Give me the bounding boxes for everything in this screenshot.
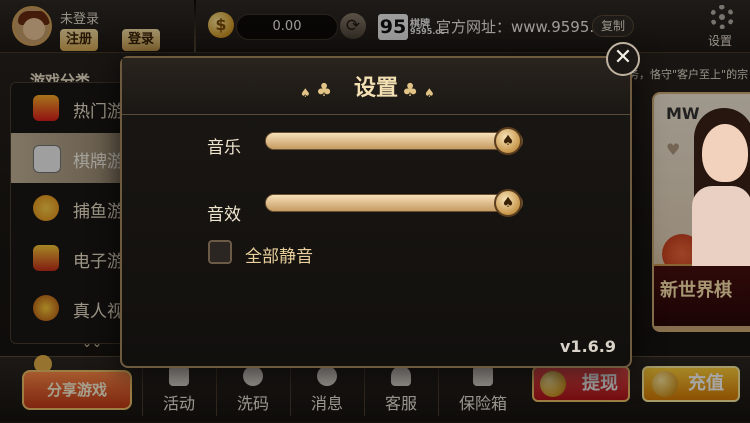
- promo-model-body: [692, 186, 750, 266]
- sfx-slider[interactable]: ♠: [265, 189, 523, 217]
- spade-icon: ♠: [424, 86, 435, 100]
- dialog-title: 设置: [353, 76, 398, 101]
- sfx-label: 音效: [207, 205, 241, 225]
- sfx-slider-knob[interactable]: ♠: [494, 189, 522, 217]
- close-icon[interactable]: ✕: [606, 42, 640, 76]
- mute-all-label[interactable]: 全部静音: [245, 242, 313, 267]
- music-slider-knob[interactable]: ♠: [494, 127, 522, 155]
- dialog-header: ♠ ♣ 设置 ♣ ♠: [122, 58, 630, 115]
- mute-all-checkbox[interactable]: [208, 240, 232, 264]
- sfx-slider-fill: [266, 195, 508, 211]
- music-slider-fill: [266, 133, 508, 149]
- version-text: v1.6.9: [560, 337, 616, 356]
- music-slider[interactable]: ♠: [265, 127, 523, 155]
- music-label: 音乐: [207, 138, 241, 158]
- settings-dialog: ♠ ♣ 设置 ♣ ♠: [120, 56, 632, 368]
- club-icon: ♣: [402, 80, 419, 101]
- promo-model-face: [702, 124, 748, 182]
